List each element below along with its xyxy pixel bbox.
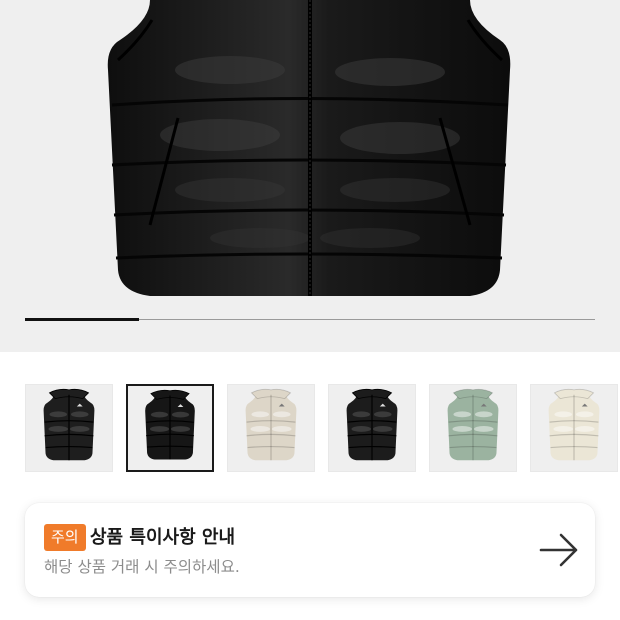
- thumbnail-vest-image: [43, 388, 95, 461]
- thumbnail-black-vest-glossy[interactable]: [126, 384, 214, 472]
- thumbnail-cream-vest[interactable]: [530, 384, 618, 472]
- notice-title: 상품 특이사항 안내: [90, 527, 236, 548]
- notice-description: 해당 상품 거래 시 주의하세요.: [44, 558, 240, 576]
- thumbnail-black-vest-matte[interactable]: [25, 384, 113, 472]
- thumbnail-vest-image: [245, 388, 297, 461]
- arrow-right-icon[interactable]: [539, 532, 579, 568]
- thumbnail-black-vest-2[interactable]: [328, 384, 416, 472]
- notice-card[interactable]: 주의 상품 특이사항 안내 해당 상품 거래 시 주의하세요.: [25, 503, 595, 597]
- thumbnail-strip: [0, 384, 620, 474]
- thumbnail-vest-image: [145, 389, 195, 460]
- thumbnail-vest-image: [548, 388, 600, 461]
- thumbnail-vest-image: [447, 388, 499, 461]
- product-image-carousel[interactable]: [0, 0, 620, 352]
- thumbnail-sage-green-vest[interactable]: [429, 384, 517, 472]
- carousel-progress-track: [25, 318, 595, 321]
- carousel-progress-fill: [25, 318, 139, 321]
- caution-badge: 주의: [44, 524, 86, 551]
- thumbnail-vest-image: [346, 388, 398, 461]
- thumbnail-beige-vest[interactable]: [227, 384, 315, 472]
- vest-image: [107, 0, 511, 296]
